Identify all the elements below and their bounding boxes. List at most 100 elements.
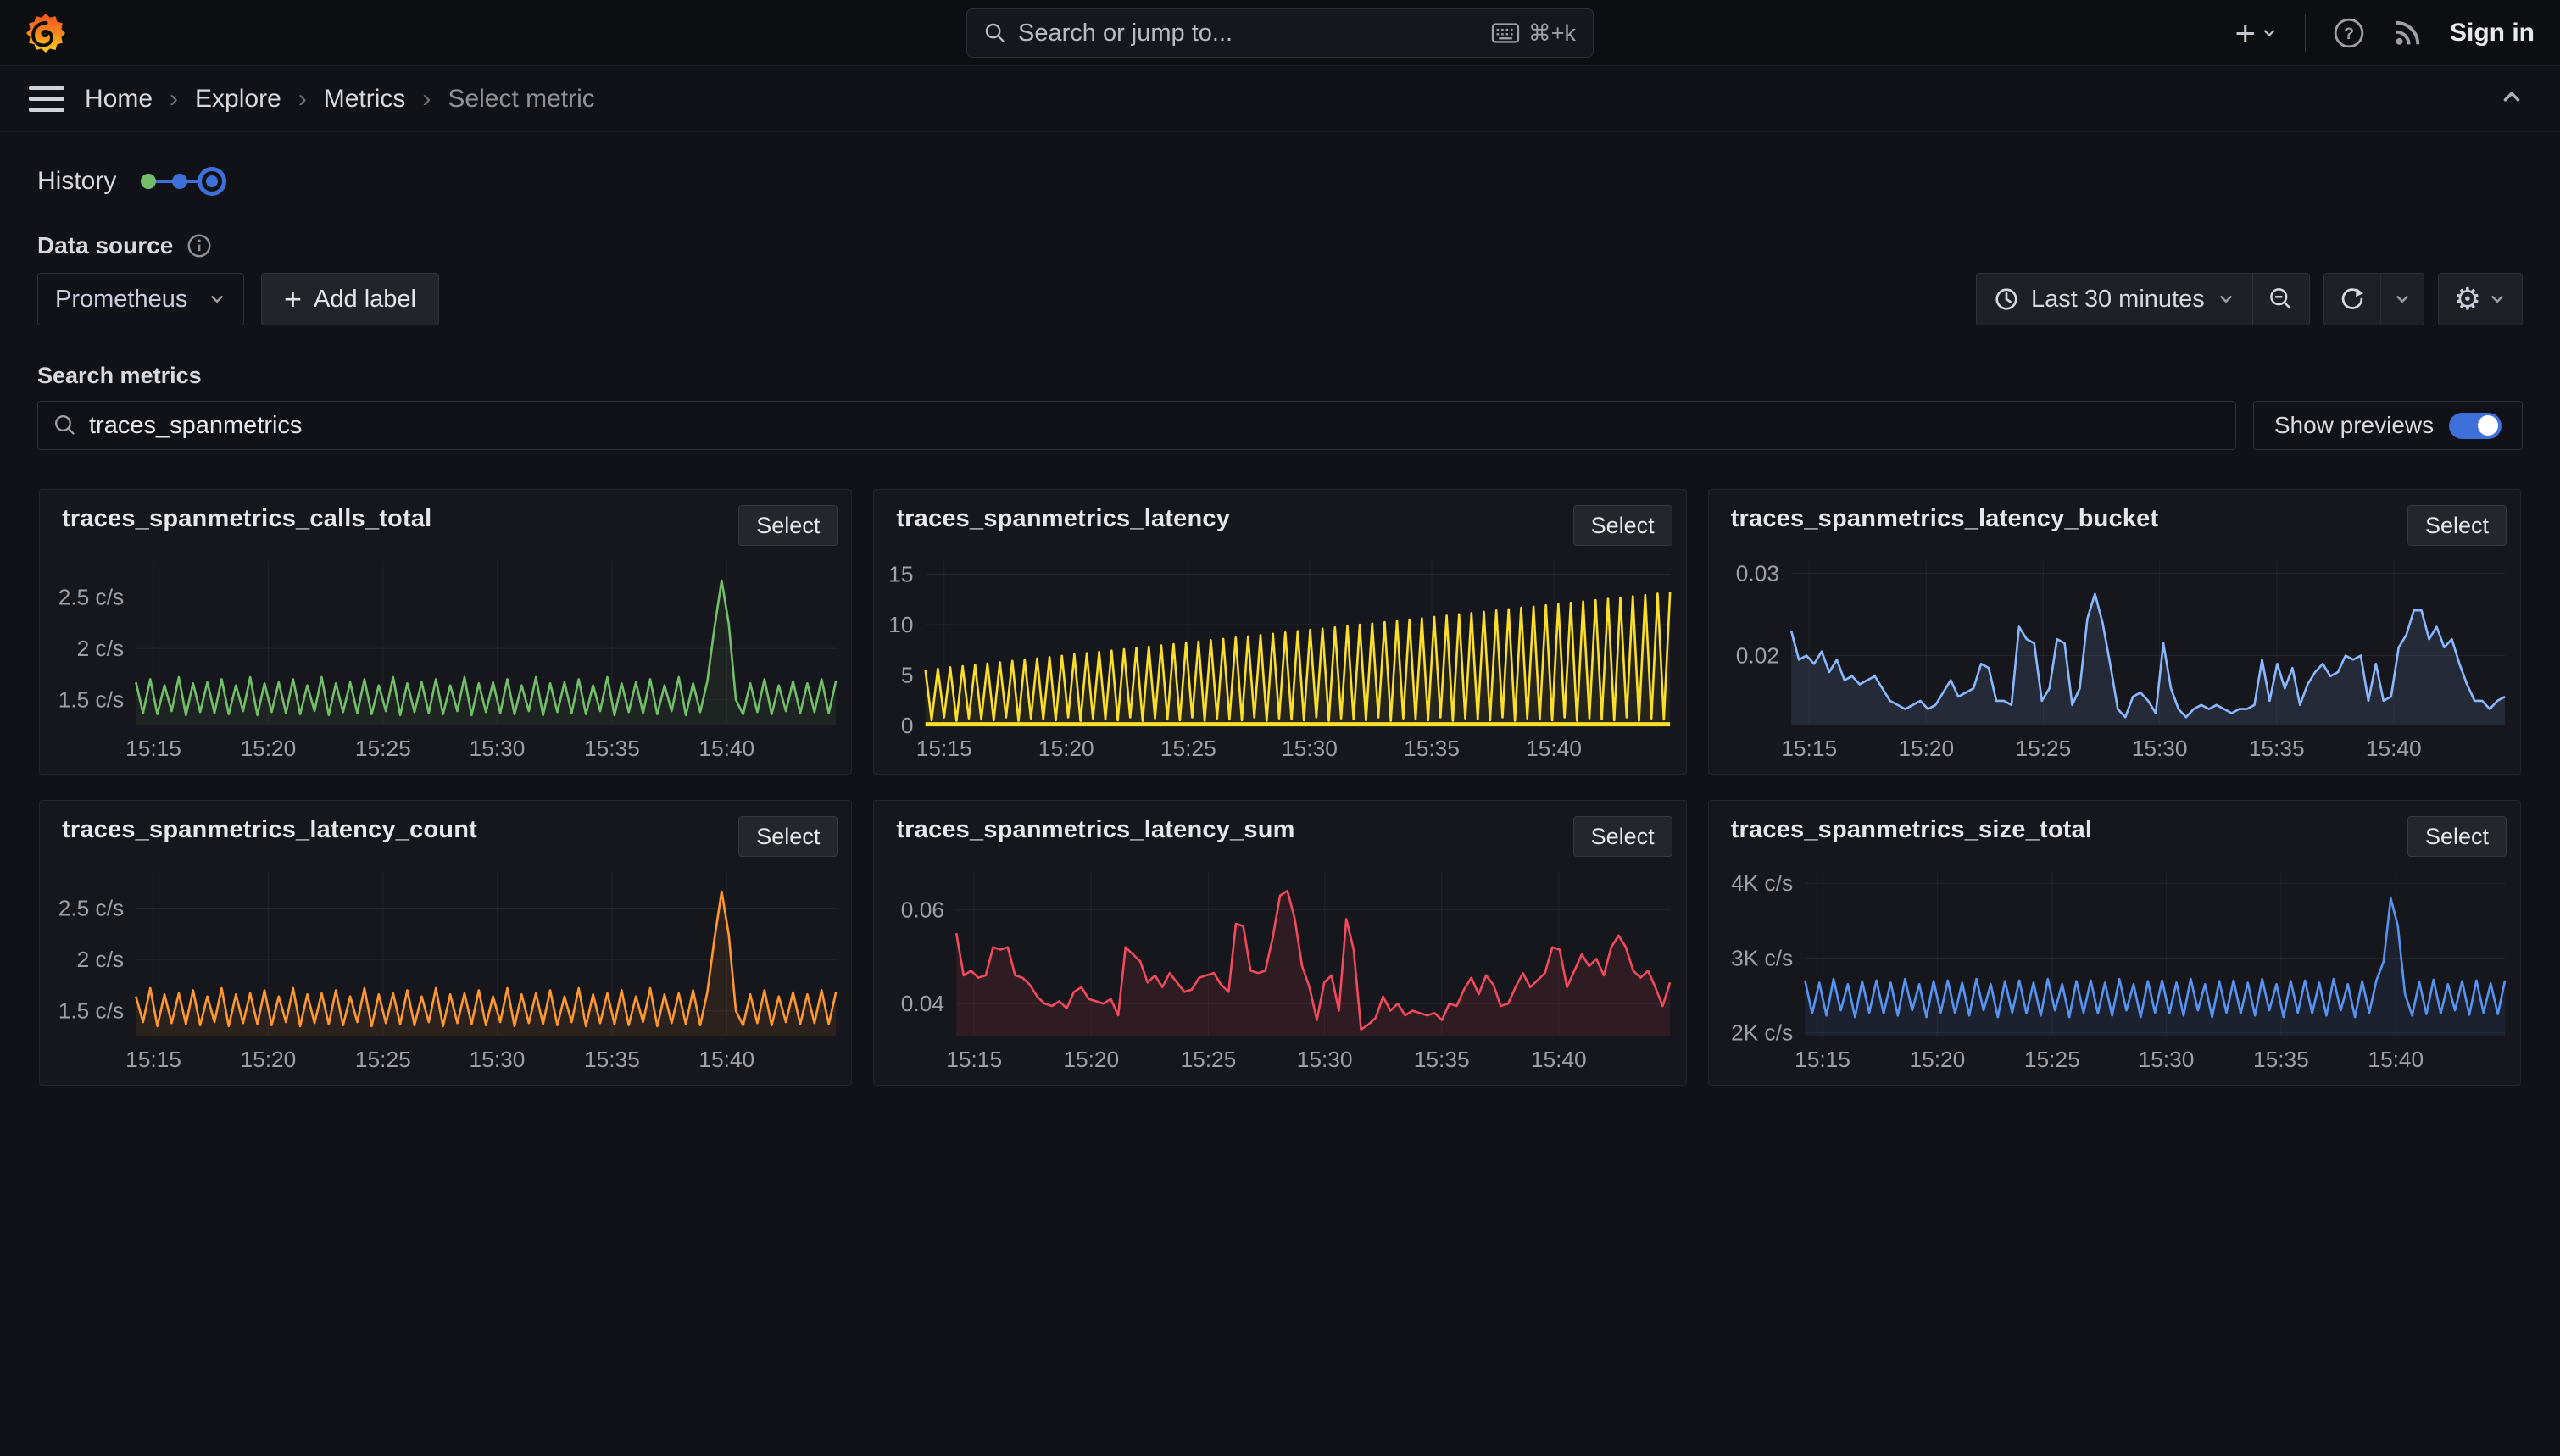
chart-size_total: 15:1515:2015:2515:3015:3515:402K c/s3K c… bbox=[1709, 860, 2520, 1075]
sign-in-button[interactable]: Sign in bbox=[2450, 19, 2535, 47]
history-step-current-dot bbox=[206, 175, 218, 187]
plus-icon: + bbox=[2234, 15, 2256, 51]
refresh-icon bbox=[2340, 286, 2365, 312]
select-button-size_total[interactable]: Select bbox=[2407, 816, 2507, 857]
chevron-down-icon bbox=[2217, 290, 2235, 308]
breadcrumb-select-metric: Select metric bbox=[448, 85, 594, 114]
x-tick-label: 15:30 bbox=[470, 736, 526, 761]
breadcrumb-separator: › bbox=[170, 85, 178, 114]
x-tick-label: 15:20 bbox=[1038, 736, 1094, 761]
y-tick-label: 2 c/s bbox=[77, 947, 125, 972]
topbar-divider bbox=[2305, 14, 2306, 52]
y-tick-label: 0.04 bbox=[901, 991, 944, 1016]
chart-latency_count: 15:1515:2015:2515:3015:3515:401.5 c/s2 c… bbox=[40, 860, 851, 1075]
panel-title: traces_spanmetrics_latency bbox=[896, 505, 1230, 533]
x-tick-label: 15:40 bbox=[698, 736, 754, 761]
x-tick-label: 15:20 bbox=[241, 1047, 297, 1072]
toggle-knob bbox=[2478, 415, 2498, 436]
x-tick-label: 15:20 bbox=[1909, 1047, 1965, 1072]
add-new-button[interactable]: + bbox=[2234, 15, 2278, 51]
y-tick-label: 0.06 bbox=[901, 897, 944, 922]
history-step-blue-dot bbox=[172, 174, 187, 189]
gear-icon: ⚙ bbox=[2454, 284, 2481, 314]
history-timeline[interactable] bbox=[138, 164, 231, 198]
breadcrumb-home[interactable]: Home bbox=[85, 85, 153, 114]
panel-title: traces_spanmetrics_latency_count bbox=[62, 816, 477, 844]
menu-toggle-icon[interactable] bbox=[29, 86, 64, 112]
y-tick-label: 0 bbox=[901, 713, 914, 738]
y-tick-label: 2.5 c/s bbox=[58, 585, 124, 610]
x-tick-label: 15:30 bbox=[2131, 736, 2187, 761]
x-tick-label: 15:40 bbox=[2368, 1047, 2424, 1072]
add-label-button[interactable]: + Add label bbox=[261, 273, 439, 325]
metric-panel-size_total: traces_spanmetrics_size_totalSelect15:15… bbox=[1708, 800, 2521, 1086]
x-tick-label: 15:35 bbox=[1414, 1047, 1470, 1072]
panel-title: traces_spanmetrics_latency_bucket bbox=[1731, 505, 2159, 533]
breadcrumb-bar: Home › Explore › Metrics › Select metric bbox=[0, 66, 2560, 132]
info-icon[interactable] bbox=[186, 233, 212, 258]
datasource-picker[interactable]: Prometheus bbox=[37, 273, 244, 325]
metrics-grid: traces_spanmetrics_calls_totalSelect 15:1… bbox=[39, 489, 2521, 1086]
search-metrics-section: Search metrics Show previews bbox=[37, 363, 2523, 450]
select-button-calls_total[interactable]: Select bbox=[738, 505, 838, 546]
history-step-green-dot bbox=[141, 174, 156, 189]
refresh-button[interactable] bbox=[2323, 273, 2381, 325]
show-previews-toggle[interactable] bbox=[2449, 413, 2502, 439]
refresh-interval-dropdown[interactable] bbox=[2381, 273, 2424, 325]
metric-panel-latency: traces_spanmetrics_latencySelect15:1515:… bbox=[873, 489, 1686, 775]
x-tick-label: 15:35 bbox=[584, 736, 640, 761]
search-metrics-input[interactable] bbox=[89, 412, 2220, 440]
x-tick-label: 15:25 bbox=[2015, 736, 2071, 761]
panel-header: traces_spanmetrics_calls_totalSelect bbox=[40, 490, 851, 546]
x-tick-label: 15:30 bbox=[470, 1047, 526, 1072]
show-previews-control: Show previews bbox=[2253, 401, 2523, 450]
select-button-latency_count[interactable]: Select bbox=[738, 816, 838, 857]
show-previews-label: Show previews bbox=[2274, 412, 2434, 439]
x-tick-label: 15:30 bbox=[1297, 1047, 1353, 1072]
select-button-latency_sum[interactable]: Select bbox=[1573, 816, 1672, 857]
breadcrumb-separator: › bbox=[298, 85, 307, 114]
zoom-out-time-button[interactable] bbox=[2252, 273, 2310, 325]
y-tick-label: 2K c/s bbox=[1731, 1020, 1793, 1046]
x-tick-label: 15:35 bbox=[2248, 736, 2304, 761]
x-tick-label: 15:15 bbox=[125, 1047, 181, 1072]
y-tick-label: 4K c/s bbox=[1731, 870, 1793, 896]
y-tick-label: 2.5 c/s bbox=[58, 896, 124, 921]
chevron-down-icon bbox=[208, 290, 226, 308]
grafana-logo[interactable] bbox=[25, 13, 66, 53]
collapse-toolbar-button[interactable] bbox=[2499, 84, 2524, 114]
time-range-picker[interactable]: Last 30 minutes bbox=[1976, 273, 2252, 325]
breadcrumb-explore[interactable]: Explore bbox=[195, 85, 281, 114]
x-tick-label: 15:20 bbox=[1064, 1047, 1120, 1072]
x-tick-label: 15:15 bbox=[947, 1047, 1003, 1072]
shortcut-text: ⌘+k bbox=[1528, 20, 1576, 47]
chart-calls_total: 15:1515:2015:2515:3015:3515:401.5 c/s2 c… bbox=[40, 549, 851, 764]
y-tick-label: 1.5 c/s bbox=[58, 998, 124, 1024]
time-range-value: Last 30 minutes bbox=[2031, 286, 2205, 314]
y-tick-label: 3K c/s bbox=[1731, 946, 1793, 971]
news-button[interactable] bbox=[2392, 18, 2423, 48]
global-search-box[interactable]: Search or jump to... ⌘+k bbox=[966, 8, 1594, 58]
search-shortcut: ⌘+k bbox=[1491, 20, 1576, 47]
x-tick-label: 15:35 bbox=[584, 1047, 640, 1072]
help-button[interactable]: ? bbox=[2333, 17, 2365, 49]
search-icon bbox=[984, 22, 1006, 44]
x-tick-label: 15:25 bbox=[1160, 736, 1216, 761]
select-button-latency[interactable]: Select bbox=[1573, 505, 1672, 546]
help-icon: ? bbox=[2333, 17, 2365, 49]
x-tick-label: 15:20 bbox=[241, 736, 297, 761]
breadcrumb-metrics[interactable]: Metrics bbox=[324, 85, 406, 114]
rss-icon bbox=[2392, 18, 2423, 48]
chevron-up-icon bbox=[2499, 84, 2524, 109]
settings-button[interactable]: ⚙ bbox=[2438, 273, 2523, 325]
y-tick-label: 2 c/s bbox=[77, 636, 125, 661]
x-tick-label: 15:20 bbox=[1898, 736, 1954, 761]
chevron-down-icon bbox=[2261, 25, 2278, 42]
x-tick-label: 15:25 bbox=[1181, 1047, 1237, 1072]
panel-header: traces_spanmetrics_latency_bucket Select bbox=[1709, 490, 2520, 546]
panel-header: traces_spanmetrics_latency_sumSelect bbox=[874, 801, 1685, 857]
select-button-latency_bucket[interactable]: Select bbox=[2407, 505, 2507, 546]
panel-title: traces_spanmetrics_size_total bbox=[1731, 816, 2093, 844]
metric-panel-latency_bucket: traces_spanmetrics_latency_bucket Select 1… bbox=[1708, 489, 2521, 775]
y-tick-label: 5 bbox=[901, 663, 914, 688]
